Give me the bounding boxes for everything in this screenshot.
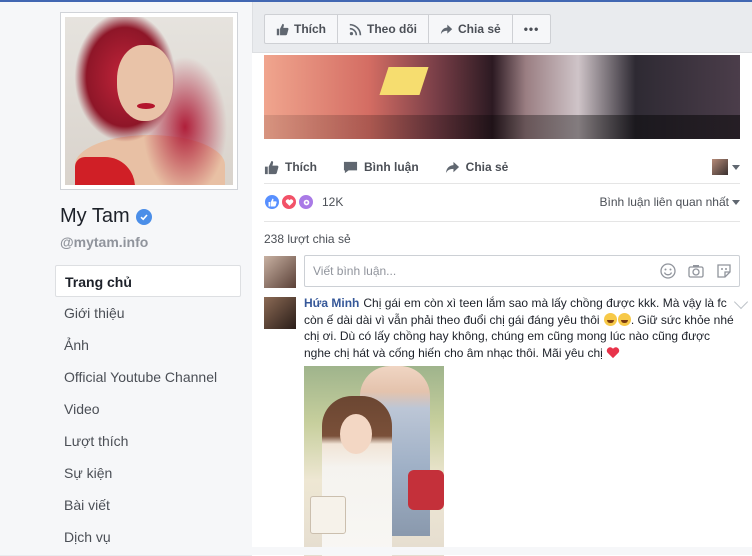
- post-card: Thích Bình luận Chia sẻ 12K Bình luận li…: [252, 52, 752, 556]
- nav-item-likes[interactable]: Lượt thích: [55, 425, 241, 457]
- composer-icons: [660, 263, 732, 279]
- nav-item-posts[interactable]: Bài viết: [55, 489, 241, 521]
- comment-composer: Viết bình luận...: [264, 255, 740, 289]
- comment-sort-label: Bình luận liên quan nhất: [599, 195, 729, 209]
- post-as-selector[interactable]: [712, 159, 740, 175]
- page-name[interactable]: My Tam: [60, 205, 152, 228]
- reaction-count: 12K: [322, 195, 344, 209]
- page-share-label: Chia sẻ: [458, 22, 501, 36]
- share-count[interactable]: 238 lượt chia sẻ: [264, 232, 351, 246]
- emoji-icon[interactable]: [660, 263, 676, 279]
- post-like-label: Thích: [285, 160, 317, 174]
- profile-photo: [65, 17, 233, 185]
- divider: [264, 221, 740, 222]
- profile-picture[interactable]: [60, 12, 238, 190]
- caret-down-icon: [732, 199, 740, 205]
- more-icon: •••: [523, 22, 540, 36]
- comment-sort-dropdown[interactable]: Bình luận liên quan nhất: [600, 195, 740, 209]
- heart-emoji-icon: [607, 346, 620, 358]
- comment-bubble-icon: [343, 161, 358, 173]
- post-video-thumbnail[interactable]: [264, 55, 740, 139]
- laughing-emoji-icon: [603, 312, 617, 326]
- comment-author[interactable]: Hứa Minh: [304, 296, 359, 310]
- rss-icon: [349, 23, 362, 35]
- divider: [264, 183, 740, 184]
- laughing-emoji-icon: [617, 312, 631, 326]
- avatar: [264, 256, 296, 288]
- camera-icon[interactable]: [688, 263, 704, 279]
- bottom-strip: [252, 547, 752, 555]
- page-like-label: Thích: [294, 22, 326, 36]
- nav-item-about[interactable]: Giới thiệu: [55, 297, 241, 329]
- comment-options-chevron-icon[interactable]: [733, 294, 749, 310]
- post-comment-button[interactable]: Bình luận: [343, 160, 419, 175]
- page-handle[interactable]: @mytam.info: [60, 234, 148, 250]
- post-share-button[interactable]: Chia sẻ: [445, 160, 509, 175]
- nav-item-youtube[interactable]: Official Youtube Channel: [55, 361, 241, 393]
- avatar: [712, 159, 728, 175]
- nav-item-videos[interactable]: Video: [55, 393, 241, 425]
- thumbs-up-icon: [276, 23, 289, 35]
- caret-down-icon: [732, 164, 740, 170]
- nav-item-home[interactable]: Trang chủ: [55, 265, 241, 297]
- comment-input-placeholder: Viết bình luận...: [313, 264, 397, 278]
- page-nav: Trang chủ Giới thiệu Ảnh Official Youtub…: [55, 265, 241, 553]
- post-action-row: Thích Bình luận Chia sẻ: [264, 155, 740, 179]
- share-arrow-icon: [445, 161, 459, 173]
- thumbs-up-icon: [264, 160, 279, 174]
- verified-badge-icon: [135, 208, 152, 225]
- page-name-text: My Tam: [60, 205, 130, 227]
- page-share-button[interactable]: Chia sẻ: [429, 15, 513, 43]
- page-action-bar: Thích Theo dõi Chia sẻ •••: [264, 14, 552, 44]
- follow-label: Theo dõi: [367, 22, 417, 36]
- more-options-button[interactable]: •••: [513, 15, 551, 43]
- post-share-label: Chia sẻ: [465, 160, 509, 174]
- wow-reaction-icon: [298, 194, 314, 210]
- nav-item-events[interactable]: Sự kiện: [55, 457, 241, 489]
- nav-item-photos[interactable]: Ảnh: [55, 329, 241, 361]
- post-like-button[interactable]: Thích: [264, 160, 317, 175]
- avatar[interactable]: [264, 297, 296, 329]
- nav-item-services[interactable]: Dịch vụ: [55, 521, 241, 553]
- post-comment-label: Bình luận: [364, 160, 419, 174]
- love-reaction-icon: [281, 194, 297, 210]
- comment-body: Hứa Minh Chị gái em còn xì teen lắm sao m…: [304, 294, 749, 361]
- sticker-icon[interactable]: [716, 263, 732, 279]
- share-arrow-icon: [440, 24, 453, 34]
- reaction-summary[interactable]: 12K: [264, 194, 343, 210]
- like-reaction-icon: [264, 194, 280, 210]
- follow-button[interactable]: Theo dõi: [338, 15, 429, 43]
- comment-photo[interactable]: [304, 366, 444, 556]
- page-like-button[interactable]: Thích: [265, 15, 338, 43]
